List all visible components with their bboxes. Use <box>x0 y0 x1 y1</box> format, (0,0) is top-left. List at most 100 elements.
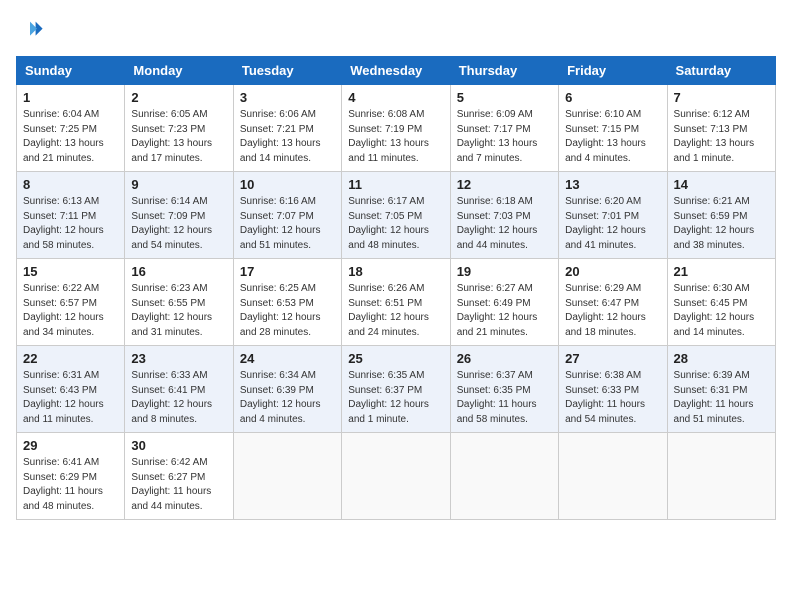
calendar-week-row: 15 Sunrise: 6:22 AM Sunset: 6:57 PM Dayli… <box>17 259 776 346</box>
day-number: 13 <box>565 177 660 192</box>
day-number: 3 <box>240 90 335 105</box>
day-number: 23 <box>131 351 226 366</box>
calendar-cell: 16 Sunrise: 6:23 AM Sunset: 6:55 PM Dayli… <box>125 259 233 346</box>
day-info: Sunrise: 6:04 AM Sunset: 7:25 PM Dayligh… <box>23 108 118 166</box>
calendar-week-row: 22Sunrise: 6:31 AM Sunset: 6:43 PM Dayli… <box>17 346 776 433</box>
weekday-header: Tuesday <box>233 57 341 85</box>
day-info: Sunrise: 6:37 AM Sunset: 6:35 PM Dayligh… <box>457 369 552 427</box>
day-number: 1 <box>23 90 118 105</box>
day-info: Sunrise: 6:26 AM Sunset: 6:51 PM Dayligh… <box>348 282 443 340</box>
day-number: 24 <box>240 351 335 366</box>
day-info: Sunrise: 6:21 AM Sunset: 6:59 PM Dayligh… <box>674 195 769 253</box>
calendar-cell: 15 Sunrise: 6:22 AM Sunset: 6:57 PM Dayli… <box>17 259 125 346</box>
calendar-cell: 23 Sunrise: 6:33 AM Sunset: 6:41 PM Dayli… <box>125 346 233 433</box>
day-number: 10 <box>240 177 335 192</box>
day-number: 9 <box>131 177 226 192</box>
logo <box>16 16 48 44</box>
calendar-cell: 20 Sunrise: 6:29 AM Sunset: 6:47 PM Dayli… <box>559 259 667 346</box>
day-number: 14 <box>674 177 769 192</box>
day-info: Sunrise: 6:12 AM Sunset: 7:13 PM Dayligh… <box>674 108 769 166</box>
day-number: 29 <box>23 438 118 453</box>
weekday-header: Sunday <box>17 57 125 85</box>
calendar-cell: 21 Sunrise: 6:30 AM Sunset: 6:45 PM Dayli… <box>667 259 775 346</box>
day-info: Sunrise: 6:17 AM Sunset: 7:05 PM Dayligh… <box>348 195 443 253</box>
day-info: Sunrise: 6:38 AM Sunset: 6:33 PM Dayligh… <box>565 369 660 427</box>
calendar-cell: 27Sunrise: 6:38 AM Sunset: 6:33 PM Dayli… <box>559 346 667 433</box>
day-number: 7 <box>674 90 769 105</box>
day-info: Sunrise: 6:14 AM Sunset: 7:09 PM Dayligh… <box>131 195 226 253</box>
day-number: 17 <box>240 264 335 279</box>
day-number: 6 <box>565 90 660 105</box>
calendar-week-row: 1 Sunrise: 6:04 AM Sunset: 7:25 PM Daylig… <box>17 85 776 172</box>
calendar-cell <box>342 433 450 520</box>
weekday-header-row: SundayMondayTuesdayWednesdayThursdayFrid… <box>17 57 776 85</box>
day-info: Sunrise: 6:08 AM Sunset: 7:19 PM Dayligh… <box>348 108 443 166</box>
day-info: Sunrise: 6:16 AM Sunset: 7:07 PM Dayligh… <box>240 195 335 253</box>
day-info: Sunrise: 6:23 AM Sunset: 6:55 PM Dayligh… <box>131 282 226 340</box>
day-info: Sunrise: 6:10 AM Sunset: 7:15 PM Dayligh… <box>565 108 660 166</box>
weekday-header: Friday <box>559 57 667 85</box>
day-info: Sunrise: 6:34 AM Sunset: 6:39 PM Dayligh… <box>240 369 335 427</box>
weekday-header: Monday <box>125 57 233 85</box>
day-number: 16 <box>131 264 226 279</box>
day-number: 5 <box>457 90 552 105</box>
calendar-cell: 1 Sunrise: 6:04 AM Sunset: 7:25 PM Daylig… <box>17 85 125 172</box>
day-info: Sunrise: 6:25 AM Sunset: 6:53 PM Dayligh… <box>240 282 335 340</box>
day-info: Sunrise: 6:42 AM Sunset: 6:27 PM Dayligh… <box>131 456 226 514</box>
day-info: Sunrise: 6:39 AM Sunset: 6:31 PM Dayligh… <box>674 369 769 427</box>
calendar-cell: 18Sunrise: 6:26 AM Sunset: 6:51 PM Dayli… <box>342 259 450 346</box>
day-number: 12 <box>457 177 552 192</box>
calendar-cell <box>559 433 667 520</box>
logo-icon <box>16 16 44 44</box>
calendar-cell: 9 Sunrise: 6:14 AM Sunset: 7:09 PM Daylig… <box>125 172 233 259</box>
day-info: Sunrise: 6:13 AM Sunset: 7:11 PM Dayligh… <box>23 195 118 253</box>
day-number: 22 <box>23 351 118 366</box>
calendar-cell: 12 Sunrise: 6:18 AM Sunset: 7:03 PM Dayli… <box>450 172 558 259</box>
calendar-cell: 4 Sunrise: 6:08 AM Sunset: 7:19 PM Daylig… <box>342 85 450 172</box>
calendar-cell: 30 Sunrise: 6:42 AM Sunset: 6:27 PM Dayli… <box>125 433 233 520</box>
day-number: 15 <box>23 264 118 279</box>
calendar-cell: 10 Sunrise: 6:16 AM Sunset: 7:07 PM Dayli… <box>233 172 341 259</box>
calendar-cell: 6 Sunrise: 6:10 AM Sunset: 7:15 PM Daylig… <box>559 85 667 172</box>
calendar-week-row: 29 Sunrise: 6:41 AM Sunset: 6:29 PM Dayli… <box>17 433 776 520</box>
day-number: 11 <box>348 177 443 192</box>
calendar-cell <box>233 433 341 520</box>
day-info: Sunrise: 6:22 AM Sunset: 6:57 PM Dayligh… <box>23 282 118 340</box>
day-number: 30 <box>131 438 226 453</box>
calendar-cell: 17 Sunrise: 6:25 AM Sunset: 6:53 PM Dayli… <box>233 259 341 346</box>
day-number: 28 <box>674 351 769 366</box>
calendar-cell: 8 Sunrise: 6:13 AM Sunset: 7:11 PM Daylig… <box>17 172 125 259</box>
day-info: Sunrise: 6:18 AM Sunset: 7:03 PM Dayligh… <box>457 195 552 253</box>
calendar-table: SundayMondayTuesdayWednesdayThursdayFrid… <box>16 56 776 520</box>
day-number: 2 <box>131 90 226 105</box>
day-info: Sunrise: 6:41 AM Sunset: 6:29 PM Dayligh… <box>23 456 118 514</box>
day-number: 19 <box>457 264 552 279</box>
day-number: 21 <box>674 264 769 279</box>
day-info: Sunrise: 6:33 AM Sunset: 6:41 PM Dayligh… <box>131 369 226 427</box>
calendar-cell: 28 Sunrise: 6:39 AM Sunset: 6:31 PM Dayli… <box>667 346 775 433</box>
calendar-cell: 5 Sunrise: 6:09 AM Sunset: 7:17 PM Daylig… <box>450 85 558 172</box>
weekday-header: Thursday <box>450 57 558 85</box>
day-number: 26 <box>457 351 552 366</box>
calendar-cell: 29 Sunrise: 6:41 AM Sunset: 6:29 PM Dayli… <box>17 433 125 520</box>
calendar-week-row: 8 Sunrise: 6:13 AM Sunset: 7:11 PM Daylig… <box>17 172 776 259</box>
calendar-cell: 22Sunrise: 6:31 AM Sunset: 6:43 PM Dayli… <box>17 346 125 433</box>
day-info: Sunrise: 6:27 AM Sunset: 6:49 PM Dayligh… <box>457 282 552 340</box>
calendar-cell: 24 Sunrise: 6:34 AM Sunset: 6:39 PM Dayli… <box>233 346 341 433</box>
weekday-header: Saturday <box>667 57 775 85</box>
day-info: Sunrise: 6:09 AM Sunset: 7:17 PM Dayligh… <box>457 108 552 166</box>
day-number: 8 <box>23 177 118 192</box>
day-info: Sunrise: 6:06 AM Sunset: 7:21 PM Dayligh… <box>240 108 335 166</box>
weekday-header: Wednesday <box>342 57 450 85</box>
calendar-cell: 14 Sunrise: 6:21 AM Sunset: 6:59 PM Dayli… <box>667 172 775 259</box>
day-number: 20 <box>565 264 660 279</box>
calendar-cell: 26 Sunrise: 6:37 AM Sunset: 6:35 PM Dayli… <box>450 346 558 433</box>
calendar-cell <box>450 433 558 520</box>
calendar-cell: 11 Sunrise: 6:17 AM Sunset: 7:05 PM Dayli… <box>342 172 450 259</box>
day-info: Sunrise: 6:29 AM Sunset: 6:47 PM Dayligh… <box>565 282 660 340</box>
calendar-cell: 2Sunrise: 6:05 AM Sunset: 7:23 PM Daylig… <box>125 85 233 172</box>
page-header <box>16 16 776 44</box>
day-number: 4 <box>348 90 443 105</box>
day-info: Sunrise: 6:30 AM Sunset: 6:45 PM Dayligh… <box>674 282 769 340</box>
calendar-cell: 25Sunrise: 6:35 AM Sunset: 6:37 PM Dayli… <box>342 346 450 433</box>
